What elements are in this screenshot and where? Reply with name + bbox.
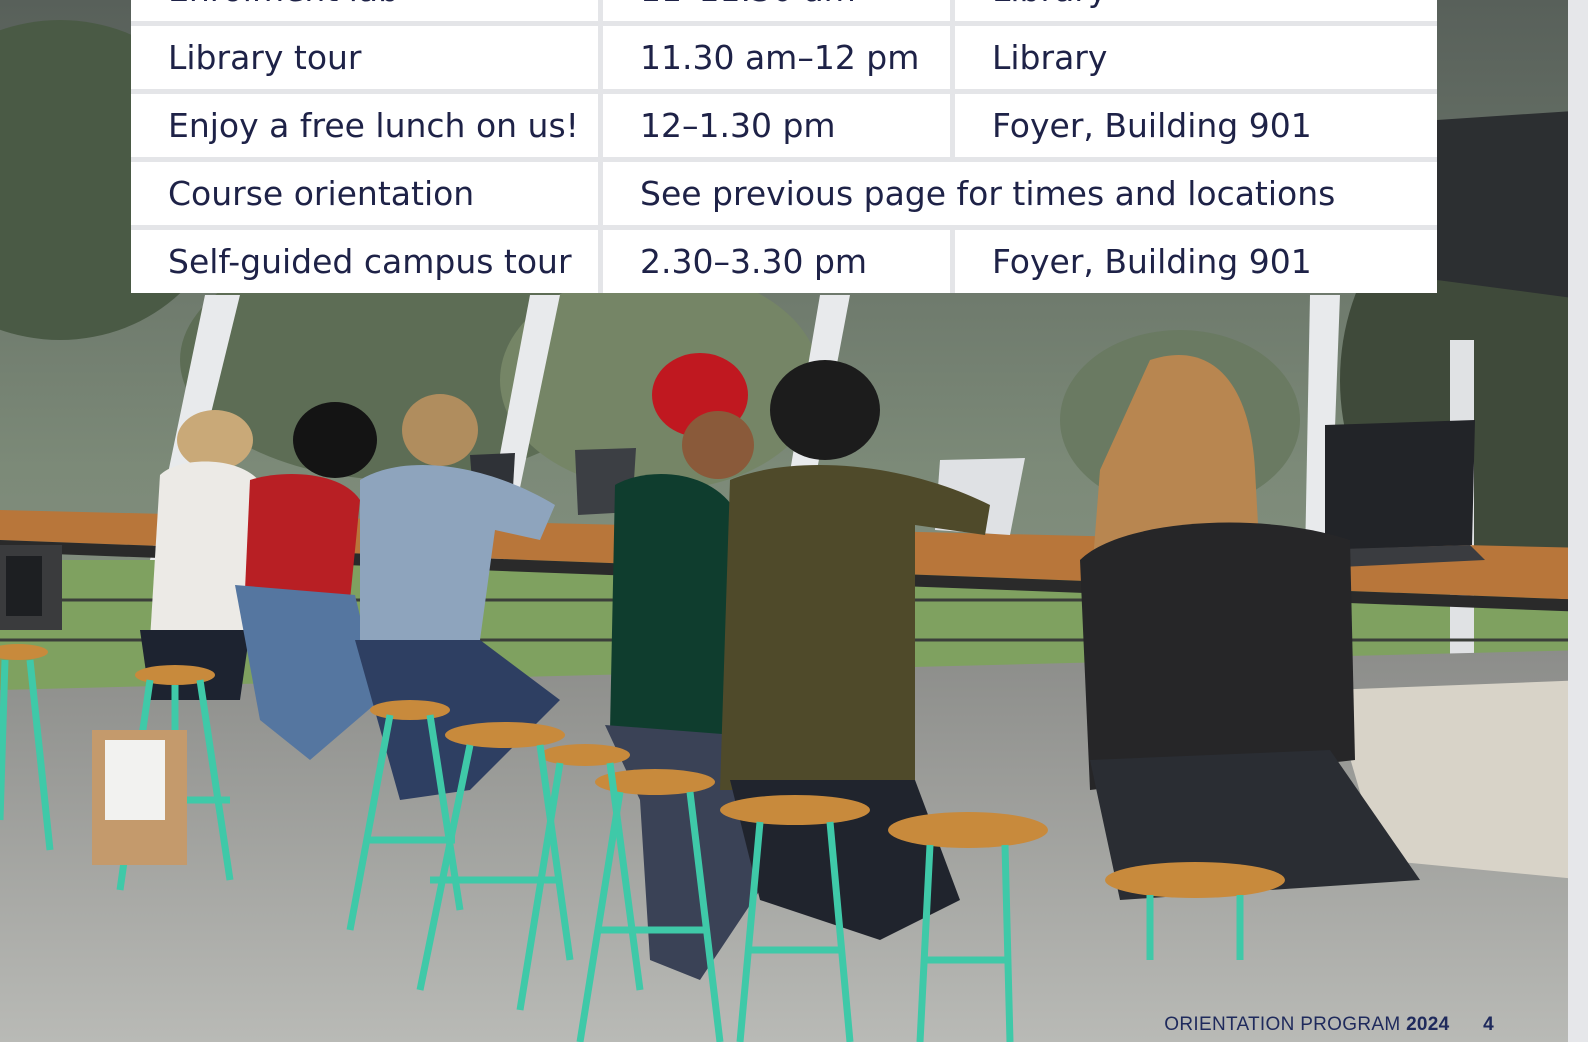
location-cell: Foyer, Building 901	[950, 230, 1437, 293]
table-row: Enjoy a free lunch on us! 12–1.30 pm Foy…	[131, 94, 1437, 162]
location-cell: Library	[950, 26, 1437, 94]
activity-cell: Self-guided campus tour	[131, 230, 598, 293]
table-row: Enrolment lab 11–11.30 am Library	[131, 0, 1437, 26]
page-number: 4	[1483, 1014, 1494, 1035]
location-cell: Library	[950, 0, 1437, 26]
activity-cell: Course orientation	[131, 162, 598, 230]
table-row: Self-guided campus tour 2.30–3.30 pm Foy…	[131, 230, 1437, 293]
orientation-schedule-table: Enrolment lab 11–11.30 am Library Librar…	[131, 0, 1437, 293]
location-cell: Foyer, Building 901	[950, 94, 1437, 162]
time-cell: 11–11.30 am	[598, 0, 950, 26]
activity-cell: Enjoy a free lunch on us!	[131, 94, 598, 162]
time-cell: 11.30 am–12 pm	[598, 26, 950, 94]
page-footer: ORIENTATION PROGRAM 2024 4	[1164, 1014, 1494, 1036]
time-cell: 12–1.30 pm	[598, 94, 950, 162]
table-row: Library tour 11.30 am–12 pm Library	[131, 26, 1437, 94]
table-row: Course orientation See previous page for…	[131, 162, 1437, 230]
footer-year: 2024	[1406, 1014, 1450, 1035]
activity-cell: Enrolment lab	[131, 0, 598, 26]
footer-label: ORIENTATION PROGRAM	[1164, 1014, 1401, 1035]
activity-cell: Library tour	[131, 26, 598, 94]
merged-time-location-cell: See previous page for times and location…	[598, 162, 1437, 230]
time-cell: 2.30–3.30 pm	[598, 230, 950, 293]
